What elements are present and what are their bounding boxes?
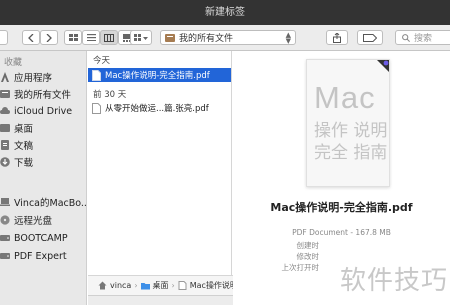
page-fold-icon [377, 60, 389, 72]
sidebar-item-desktop[interactable]: 桌面 [0, 120, 86, 136]
meta-last-opened-label: 上次打开时 [281, 263, 320, 272]
home-icon [98, 281, 107, 290]
sidebar-item-label: 桌面 [14, 124, 34, 135]
sidebar-item-label: BOOTCAMP [14, 232, 68, 244]
arrange-icon [134, 33, 148, 41]
pdf-file-icon [92, 69, 101, 81]
document-thumbnail[interactable]: Mac 操作 说明 完全 指南 [306, 59, 390, 187]
search-placeholder: 搜索 [414, 34, 433, 44]
columns-icon [104, 33, 114, 42]
path-segment[interactable]: Mac操作说明-完全指南.pdf [190, 280, 233, 291]
sidebar-item-label: Vinca的MacBo... [14, 198, 87, 209]
sidebar-item-macbook[interactable]: Vinca的MacBo... [0, 194, 87, 210]
sidebar-item-label: 文稿 [14, 141, 34, 152]
sidebar-header-favorites: 收藏 [4, 58, 23, 68]
drive-icon [0, 235, 10, 241]
list-item[interactable]: Mac操作说明-完全指南.pdf [88, 68, 231, 82]
file-name: Mac操作说明-完全指南.pdf [105, 71, 210, 81]
tag-icon [363, 33, 377, 42]
sidebar-item-remote-disc[interactable]: 远程光盘 [0, 212, 86, 228]
sidebar-item-pdf-expert[interactable]: PDF Expert [0, 248, 86, 264]
path-segment[interactable]: vinca [110, 281, 131, 290]
sidebar-item-documents[interactable]: 文稿 [0, 137, 86, 153]
pdf-file-icon [178, 281, 187, 290]
apps-icon [1, 72, 9, 82]
chevron-right-icon [46, 33, 52, 42]
path-segment[interactable]: 桌面 [153, 280, 169, 291]
back-button[interactable] [22, 30, 40, 45]
pdf-file-icon [92, 102, 101, 114]
window-title: 新建标签 [205, 7, 245, 18]
list-view-button[interactable] [82, 30, 100, 45]
sidebar-item-label: 应用程序 [14, 73, 53, 84]
group-header-last-30-days: 前 30 天 [93, 90, 127, 100]
folder-icon [140, 283, 150, 290]
sidebar-item-all-files[interactable]: 我的所有文件 [0, 86, 86, 102]
meta-modified-label: 修改时 [296, 252, 320, 261]
search-icon [402, 33, 410, 42]
status-strip [88, 295, 233, 305]
thumbnail-line: 完全 指南 [314, 143, 388, 163]
window-title-bar: 新建标签 [0, 0, 450, 25]
sidebar-item-label: iCloud Drive [14, 105, 73, 117]
path-popup-label: 我的所有文件 [179, 34, 234, 44]
search-field[interactable]: 搜索 [395, 30, 450, 45]
documents-icon [1, 140, 9, 150]
file-list-column: 今天 Mac操作说明-完全指南.pdf 前 30 天 从零开始做运...篇.张亮… [88, 51, 232, 275]
path-popup[interactable]: 我的所有文件 ▲ ▼ [160, 30, 296, 45]
share-icon [333, 32, 341, 43]
grid-icon [68, 34, 78, 41]
desktop-icon [0, 124, 10, 132]
forward-button[interactable] [40, 30, 58, 45]
watermark: 软件技巧 [339, 266, 448, 296]
meta-created-label: 创建时 [296, 241, 320, 250]
share-button[interactable] [326, 30, 348, 45]
all-files-icon [0, 90, 10, 98]
group-header-today: 今天 [93, 56, 111, 66]
sidebar-item-applications[interactable]: 应用程序 [0, 69, 86, 85]
close-sidebar-button[interactable] [0, 30, 8, 45]
disc-icon [0, 215, 10, 225]
updown-arrows-icon: ▲ ▼ [285, 31, 291, 45]
all-files-icon [165, 34, 175, 42]
chevron-right-icon: › [134, 281, 138, 290]
cloud-icon [0, 107, 10, 114]
drive-icon [0, 253, 10, 259]
sidebar: 收藏 应用程序 我的所有文件 iCloud Drive 桌面 文稿 下载 Vin… [0, 51, 87, 305]
laptop-icon [0, 198, 10, 206]
preview-pane: Mac 操作 说明 完全 指南 Mac操作说明-完全指南.pdf PDF Doc… [233, 51, 450, 305]
sidebar-item-label: 我的所有文件 [14, 90, 72, 101]
preview-kind-size: PDF Document - 167.8 MB [292, 228, 391, 237]
sidebar-item-icloud[interactable]: iCloud Drive [0, 103, 86, 119]
sidebar-item-bootcamp[interactable]: BOOTCAMP [0, 230, 86, 246]
chevron-right-icon: › [171, 281, 175, 290]
sidebar-item-label: 远程光盘 [14, 216, 53, 227]
icon-view-button[interactable] [64, 30, 82, 45]
downloads-icon [0, 157, 10, 167]
arrange-button[interactable] [130, 30, 152, 45]
preview-filename: Mac操作说明-完全指南.pdf [270, 201, 413, 214]
sidebar-item-label: PDF Expert [14, 250, 67, 262]
thumbnail-title: Mac [314, 80, 376, 115]
file-name: 从零开始做运...篇.张亮.pdf [105, 104, 209, 114]
toolbar: 我的所有文件 ▲ ▼ 搜索 [0, 25, 450, 51]
list-item[interactable]: 从零开始做运...篇.张亮.pdf [88, 101, 231, 115]
column-view-button[interactable] [100, 30, 118, 45]
sidebar-item-downloads[interactable]: 下载 [0, 154, 86, 170]
chevron-left-icon [28, 33, 34, 42]
list-icon [86, 34, 96, 41]
path-bar: vinca › 桌面 › Mac操作说明-完全指南.pdf [88, 275, 233, 295]
sidebar-item-label: 下载 [14, 158, 34, 169]
tags-button[interactable] [357, 30, 383, 45]
